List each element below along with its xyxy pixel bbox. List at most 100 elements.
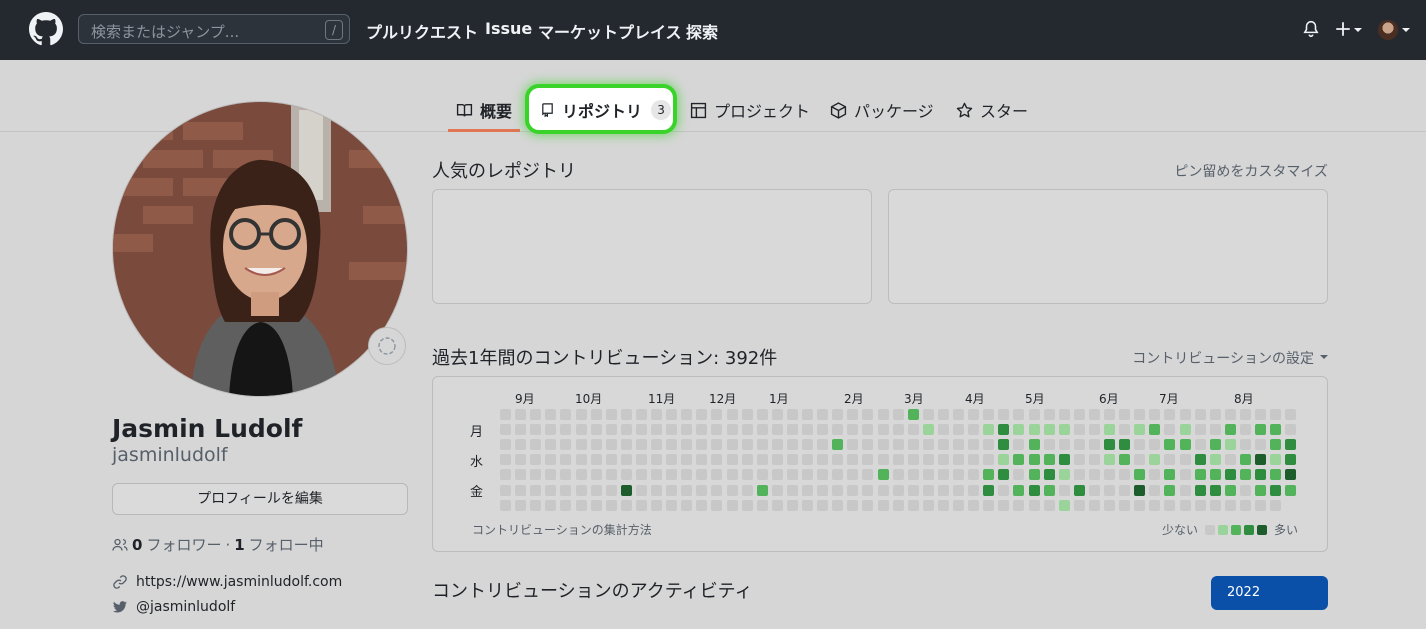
- contribution-day-cell[interactable]: [983, 409, 995, 420]
- contribution-day-cell[interactable]: [1058, 484, 1070, 496]
- contribution-day-cell[interactable]: [696, 409, 708, 420]
- contribution-day-cell[interactable]: [681, 424, 693, 436]
- contribution-day-cell[interactable]: [1270, 439, 1282, 451]
- contribution-day-cell[interactable]: [500, 454, 511, 466]
- contribution-day-cell[interactable]: [1119, 454, 1131, 466]
- contribution-day-cell[interactable]: [1088, 469, 1100, 481]
- contribution-day-cell[interactable]: [1209, 499, 1221, 511]
- contribution-day-cell[interactable]: [756, 469, 768, 481]
- contribution-day-cell[interactable]: [500, 499, 511, 511]
- contribution-day-cell[interactable]: [922, 484, 934, 496]
- contribution-day-cell[interactable]: [681, 484, 693, 496]
- contribution-day-cell[interactable]: [968, 439, 980, 451]
- year-2022-button[interactable]: 2022: [1211, 576, 1328, 610]
- contribution-day-cell[interactable]: [590, 484, 602, 496]
- contribution-day-cell[interactable]: [877, 424, 889, 436]
- contribution-day-cell[interactable]: [741, 454, 753, 466]
- contribution-day-cell[interactable]: [953, 439, 964, 451]
- contribution-day-cell[interactable]: [651, 499, 662, 511]
- contribution-day-cell[interactable]: [877, 484, 889, 496]
- contribution-day-cell[interactable]: [1073, 469, 1085, 481]
- contribution-day-cell[interactable]: [1073, 484, 1085, 496]
- contribution-day-cell[interactable]: [937, 439, 949, 451]
- contribution-day-cell[interactable]: [1104, 424, 1115, 436]
- contribution-day-cell[interactable]: [651, 439, 662, 451]
- contribution-day-cell[interactable]: [907, 499, 919, 511]
- contribution-day-cell[interactable]: [1179, 484, 1191, 496]
- contribution-day-cell[interactable]: [545, 484, 557, 496]
- contribution-day-cell[interactable]: [741, 424, 753, 436]
- contribution-day-cell[interactable]: [726, 469, 738, 481]
- contribution-day-cell[interactable]: [726, 499, 738, 511]
- contribution-day-cell[interactable]: [922, 409, 934, 420]
- contribution-day-cell[interactable]: [1043, 424, 1055, 436]
- contribution-day-cell[interactable]: [1149, 469, 1161, 481]
- tab-repositories[interactable]: リポジトリ 3: [540, 98, 672, 122]
- contribution-day-cell[interactable]: [1255, 424, 1266, 436]
- contribution-day-cell[interactable]: [1164, 499, 1176, 511]
- contribution-day-cell[interactable]: [892, 424, 904, 436]
- contribution-day-cell[interactable]: [1270, 409, 1282, 420]
- contribution-day-cell[interactable]: [1194, 409, 1206, 420]
- contribution-day-cell[interactable]: [711, 424, 723, 436]
- contribution-day-cell[interactable]: [1285, 439, 1297, 451]
- contribution-day-cell[interactable]: [651, 469, 662, 481]
- contribution-day-cell[interactable]: [1209, 484, 1221, 496]
- contribution-day-cell[interactable]: [726, 424, 738, 436]
- contribution-day-cell[interactable]: [998, 409, 1010, 420]
- contribution-day-cell[interactable]: [771, 454, 783, 466]
- contribution-day-cell[interactable]: [666, 484, 678, 496]
- contribution-day-cell[interactable]: [1164, 409, 1176, 420]
- contribution-day-cell[interactable]: [907, 409, 919, 420]
- contribution-day-cell[interactable]: [1134, 409, 1146, 420]
- contribution-day-cell[interactable]: [696, 424, 708, 436]
- contribution-day-cell[interactable]: [1285, 409, 1297, 420]
- contribution-day-cell[interactable]: [741, 439, 753, 451]
- contribution-day-cell[interactable]: [817, 409, 829, 420]
- contribution-day-cell[interactable]: [771, 469, 783, 481]
- contribution-day-cell[interactable]: [696, 499, 708, 511]
- contribution-day-cell[interactable]: [1209, 454, 1221, 466]
- contribution-day-cell[interactable]: [530, 439, 542, 451]
- contribution-day-cell[interactable]: [575, 499, 587, 511]
- contribution-day-cell[interactable]: [983, 484, 995, 496]
- contribution-day-cell[interactable]: [1179, 409, 1191, 420]
- contribution-day-cell[interactable]: [620, 409, 632, 420]
- contribution-day-cell[interactable]: [1134, 469, 1146, 481]
- contribution-day-cell[interactable]: [1149, 409, 1161, 420]
- contribution-day-cell[interactable]: [983, 439, 995, 451]
- contribution-day-cell[interactable]: [832, 469, 844, 481]
- contribution-day-cell[interactable]: [635, 454, 647, 466]
- contribution-day-cell[interactable]: [711, 454, 723, 466]
- contribution-day-cell[interactable]: [1194, 439, 1206, 451]
- contribution-day-cell[interactable]: [530, 469, 542, 481]
- contribution-day-cell[interactable]: [1088, 454, 1100, 466]
- contribution-day-cell[interactable]: [651, 424, 662, 436]
- contribution-day-cell[interactable]: [575, 439, 587, 451]
- contribution-day-cell[interactable]: [1285, 469, 1297, 481]
- contribution-day-cell[interactable]: [1194, 499, 1206, 511]
- contribution-day-cell[interactable]: [983, 499, 995, 511]
- contribution-day-cell[interactable]: [696, 439, 708, 451]
- contribution-day-cell[interactable]: [635, 424, 647, 436]
- pinned-repo-card[interactable]: [888, 189, 1328, 304]
- contribution-day-cell[interactable]: [635, 439, 647, 451]
- contribution-day-cell[interactable]: [802, 484, 813, 496]
- contribution-day-cell[interactable]: [530, 424, 542, 436]
- contribution-day-cell[interactable]: [560, 439, 572, 451]
- contribution-day-cell[interactable]: [862, 409, 874, 420]
- chevron-down-icon[interactable]: [1354, 28, 1362, 32]
- contribution-day-cell[interactable]: [500, 439, 511, 451]
- contribution-day-cell[interactable]: [545, 439, 557, 451]
- contribution-day-cell[interactable]: [651, 454, 662, 466]
- customize-pins-link[interactable]: ピン留めをカスタマイズ: [1174, 161, 1328, 181]
- contribution-day-cell[interactable]: [1013, 409, 1025, 420]
- search-input[interactable]: 検索またはジャンプ... /: [78, 14, 350, 44]
- contribution-day-cell[interactable]: [802, 454, 813, 466]
- contribution-day-cell[interactable]: [907, 439, 919, 451]
- contribution-day-cell[interactable]: [651, 484, 662, 496]
- contribution-day-cell[interactable]: [696, 454, 708, 466]
- contribution-day-cell[interactable]: [1149, 499, 1161, 511]
- twitter-link[interactable]: @jasminludolf: [136, 599, 235, 615]
- contribution-day-cell[interactable]: [953, 469, 964, 481]
